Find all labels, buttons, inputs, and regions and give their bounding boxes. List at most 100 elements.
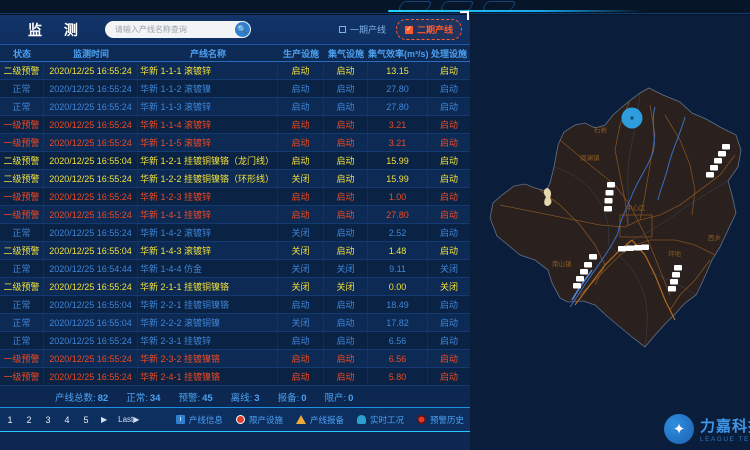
brand-logo: ✦ 力嘉科技 LEAGUE TE: [664, 414, 750, 444]
cell-efficiency: 1.48: [368, 242, 428, 259]
legend-label: 实时工况: [370, 414, 404, 426]
legend-item-预警历史[interactable]: 预警历史: [417, 414, 464, 426]
map-place-label: 坪地: [668, 249, 682, 258]
cell-production: 关闭: [278, 314, 324, 331]
search-icon[interactable]: 🔍: [235, 22, 250, 37]
page-button[interactable]: 1: [6, 415, 14, 425]
summary-item: 预警:45: [178, 390, 212, 404]
cell-efficiency: 2.52: [368, 224, 428, 241]
summary-item: 产线总数:82: [55, 390, 108, 404]
table-row[interactable]: 一级预警2020/12/25 16:55:24华新 1-4-1 挂镀锌启动启动2…: [0, 206, 470, 224]
cell-status: 一级预警: [0, 368, 44, 385]
cell-status: 正常: [0, 314, 44, 331]
table-row[interactable]: 正常2020/12/25 16:55:24华新 1-4-2 滚镀锌关闭启动2.5…: [0, 224, 470, 242]
search-input[interactable]: [113, 24, 231, 35]
cell-treatment: 关闭: [428, 260, 470, 277]
legend-item-产线报备[interactable]: 产线报备: [296, 414, 344, 426]
next-page-button[interactable]: ▶: [101, 415, 107, 424]
checkbox-checked-icon: ✓: [405, 26, 413, 34]
cell-efficiency: 13.15: [368, 62, 428, 79]
search-box[interactable]: 🔍: [105, 21, 251, 38]
page-button[interactable]: 5: [82, 415, 90, 425]
cell-line-name: 华新 1-1-4 滚镀锌: [138, 116, 278, 133]
realtime-condition-icon: [357, 415, 366, 424]
cell-line-name: 华新 2-3-2 挂镀镍铬: [138, 350, 278, 367]
cell-gas-collect: 启动: [324, 350, 368, 367]
phase1-checkbox[interactable]: 一期产线: [339, 23, 386, 36]
summary-item: 报备:0: [278, 390, 307, 404]
table-header: 状态 监测时间 产线名称 生产设施 集气设施 集气效率(m³/s) 处理设施: [0, 45, 470, 62]
legend-item-产线信息[interactable]: i产线信息: [176, 414, 223, 426]
table-row[interactable]: 正常2020/12/25 16:55:24华新 1-1-2 滚镀镍启动启动27.…: [0, 80, 470, 98]
cell-production: 启动: [278, 152, 324, 169]
cell-gas-collect: 启动: [324, 368, 368, 385]
phase2-checkbox[interactable]: ✓ 二期产线: [396, 19, 462, 40]
cell-treatment: 启动: [428, 62, 470, 79]
summary-item: 限产:0: [325, 390, 354, 404]
cell-time: 2020/12/25 16:55:24: [44, 116, 138, 133]
table-row[interactable]: 一级预警2020/12/25 16:55:24华新 2-4-1 挂镀镍铬启动启动…: [0, 368, 470, 386]
page-button[interactable]: 4: [63, 415, 71, 425]
cell-time: 2020/12/25 16:55:24: [44, 134, 138, 151]
cluster-bubble-marker[interactable]: [622, 108, 643, 129]
table-row[interactable]: 二级预警2020/12/25 16:55:04华新 1-4-3 滚镀锌关闭启动1…: [0, 242, 470, 260]
cell-gas-collect: 启动: [324, 332, 368, 349]
cell-status: 一级预警: [0, 206, 44, 223]
cell-time: 2020/12/25 16:55:04: [44, 242, 138, 259]
table-row[interactable]: 二级预警2020/12/25 16:55:24华新 1-2-2 挂镀铜镍铬（环形…: [0, 170, 470, 188]
table-row[interactable]: 一级预警2020/12/25 16:55:24华新 1-2-3 挂镀锌启动启动1…: [0, 188, 470, 206]
cell-treatment: 启动: [428, 134, 470, 151]
cell-treatment: 启动: [428, 368, 470, 385]
last-page-button[interactable]: Last▶: [118, 415, 139, 424]
summary-bar: 产线总数:82正常:34预警:45离线:3报备:0限产:0: [0, 386, 470, 407]
cell-line-name: 华新 2-2-2 滚镀铜镍: [138, 314, 278, 331]
cell-line-name: 华新 1-4-3 滚镀锌: [138, 242, 278, 259]
cell-production: 启动: [278, 134, 324, 151]
cell-production: 启动: [278, 62, 324, 79]
legend-item-限产设施[interactable]: 限产设施: [236, 414, 283, 426]
logo-icon: ✦: [664, 414, 694, 444]
page-button[interactable]: 2: [25, 415, 33, 425]
top-decor-band: [0, 0, 750, 15]
cell-line-name: 华新 2-1-1 挂镀铜镍铬: [138, 278, 278, 295]
cell-line-name: 华新 1-1-3 滚镀锌: [138, 98, 278, 115]
cell-production: 启动: [278, 206, 324, 223]
table-row[interactable]: 正常2020/12/25 16:55:04华新 2-2-1 挂镀铜镍铬启动启动1…: [0, 296, 470, 314]
cell-time: 2020/12/25 16:55:24: [44, 80, 138, 97]
table-row[interactable]: 正常2020/12/25 16:55:04华新 2-2-2 滚镀铜镍关闭启动17…: [0, 314, 470, 332]
page-button[interactable]: 3: [44, 415, 52, 425]
decor-base-line: [0, 13, 750, 14]
cell-treatment: 启动: [428, 170, 470, 187]
bottom-toolbar: 1 2 3 4 5 ▶ Last▶ i产线信息 限产设施 产线报备 实时工况 预警历史: [0, 407, 470, 432]
summary-item: 正常:34: [126, 390, 160, 404]
cell-status: 正常: [0, 98, 44, 115]
cell-production: 关闭: [278, 260, 324, 277]
cell-efficiency: 1.00: [368, 188, 428, 205]
table-row[interactable]: 二级预警2020/12/25 16:55:24华新 2-1-1 挂镀铜镍铬关闭关…: [0, 278, 470, 296]
cell-gas-collect: 启动: [324, 170, 368, 187]
corner-bracket-icon: [460, 11, 469, 20]
table-row[interactable]: 一级预警2020/12/25 16:55:24华新 2-3-2 挂镀镍铬启动启动…: [0, 350, 470, 368]
col-efficiency: 集气效率(m³/s): [368, 47, 428, 60]
table-row[interactable]: 一级预警2020/12/25 16:55:24华新 1-1-5 滚镀锌启动启动3…: [0, 134, 470, 152]
cell-efficiency: 9.11: [368, 260, 428, 277]
table-row[interactable]: 二级预警2020/12/25 16:55:04华新 1-2-1 挂镀铜镍铬（龙门…: [0, 152, 470, 170]
table-row[interactable]: 一级预警2020/12/25 16:55:24华新 1-1-4 滚镀锌启动启动3…: [0, 116, 470, 134]
table-row[interactable]: 正常2020/12/25 16:54:44华新 1-4-4 仿金关闭关闭9.11…: [0, 260, 470, 278]
table-row[interactable]: 正常2020/12/25 16:55:24华新 2-3-1 挂镀锌启动启动6.5…: [0, 332, 470, 350]
cell-efficiency: 18.49: [368, 296, 428, 313]
cell-production: 关闭: [278, 224, 324, 241]
legend-label: 预警历史: [430, 414, 464, 426]
cell-treatment: 启动: [428, 242, 470, 259]
district-map[interactable]: 石岩 观澜镇 中心区 西乡 南山镇 坪地 ✦ 力嘉科技 LEAGUE TE: [470, 15, 750, 450]
cell-time: 2020/12/25 16:55:04: [44, 296, 138, 313]
cell-treatment: 启动: [428, 80, 470, 97]
table-row[interactable]: 正常2020/12/25 16:55:24华新 1-1-3 滚镀锌启动启动27.…: [0, 98, 470, 116]
cell-treatment: 启动: [428, 224, 470, 241]
cell-efficiency: 0.00: [368, 278, 428, 295]
cell-efficiency: 5.80: [368, 368, 428, 385]
table-row[interactable]: 二级预警2020/12/25 16:55:24华新 1-1-1 滚镀锌启动启动1…: [0, 62, 470, 80]
cell-line-name: 华新 2-4-1 挂镀镍铬: [138, 368, 278, 385]
cell-gas-collect: 启动: [324, 314, 368, 331]
legend-item-实时工况[interactable]: 实时工况: [357, 414, 404, 426]
